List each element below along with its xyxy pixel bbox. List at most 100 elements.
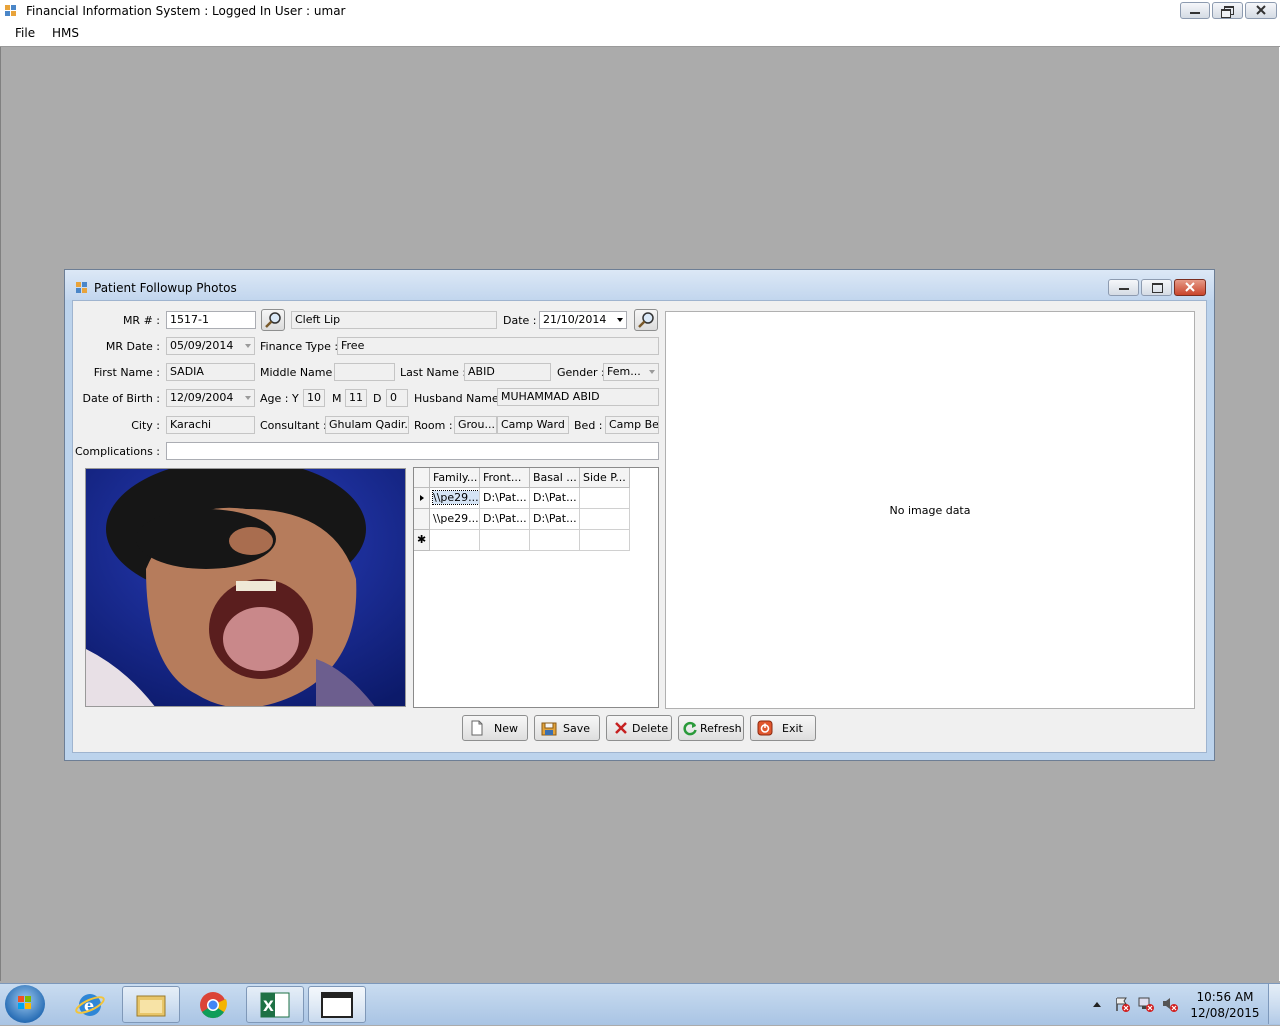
first-name-field: SADIA [166,363,255,381]
menu-bar: File HMS [0,22,1280,47]
app-icon [5,5,17,17]
dialog-titlebar: Patient Followup Photos [65,270,1214,300]
age-days-field: 0 [386,389,408,407]
grid-new-cell[interactable] [580,530,630,551]
save-button[interactable]: Save [534,715,600,741]
grid-column-header[interactable]: Family... [430,468,480,488]
gender-value: Fem... [607,365,641,378]
grid-cell[interactable]: D:\Pat... [480,488,530,509]
delete-button[interactable]: Delete [606,715,672,741]
date-search-button[interactable] [634,309,658,331]
network-icon[interactable] [1138,996,1154,1012]
gender-label: Gender : [557,366,605,379]
grid-new-cell[interactable] [430,530,480,551]
taskbar-internet-explorer[interactable]: e [60,986,118,1023]
no-image-text: No image data [889,504,971,517]
save-button-label: Save [563,722,591,735]
excel-icon: X [260,992,290,1018]
grid-cell[interactable] [580,488,630,509]
taskbar-explorer[interactable] [122,986,180,1023]
age-days-label: D [373,392,382,405]
middle-name-field [334,363,395,381]
dialog-close-button[interactable] [1174,279,1206,296]
grid-corner [414,468,430,488]
taskbar-excel[interactable]: X [246,986,304,1023]
photos-grid[interactable]: Family... Front... Basal ... Side P... \… [413,467,659,708]
clock-time[interactable]: 10:56 AM [1190,990,1260,1004]
svg-text:X: X [263,999,274,1015]
show-desktop-button[interactable] [1268,984,1280,1024]
grid-cell[interactable]: D:\Pat... [530,488,580,509]
husband-name-label: Husband Name : [414,392,506,405]
finance-type-label: Finance Type : [260,340,339,353]
grid-row-header[interactable] [414,509,430,530]
grid-cell[interactable]: \\pe29... [430,509,480,530]
consultant-field: Ghulam Qadir... [325,416,409,434]
bed-label: Bed : [574,419,603,432]
close-button[interactable] [1245,2,1277,19]
age-months-field: 11 [345,389,367,407]
save-icon [541,722,557,736]
grid-cell[interactable]: \\pe29... [430,488,480,509]
mr-no-input[interactable]: 1517-1 [166,311,256,329]
chevron-down-icon [245,396,251,400]
show-hidden-icons-icon[interactable] [1092,1000,1102,1008]
age-months-label: M [332,392,342,405]
diagnosis-field: Cleft Lip [291,311,497,329]
action-center-icon[interactable] [1114,996,1130,1012]
mr-search-button[interactable] [261,309,285,331]
mr-date-value: 05/09/2014 [170,339,234,352]
delete-icon [615,722,627,734]
refresh-button[interactable]: Refresh [678,715,744,741]
grid-column-header[interactable]: Basal ... [530,468,580,488]
complications-label: Complications : [74,445,160,458]
chevron-down-icon [245,344,251,348]
taskbar-active-app[interactable] [308,986,366,1023]
age-label: Age : [260,392,289,405]
date-picker[interactable]: 21/10/2014 [539,311,627,329]
room-field: Camp Ward [497,416,569,434]
restore-button[interactable] [1212,2,1243,19]
delete-button-label: Delete [632,722,669,735]
taskbar-chrome[interactable] [184,986,242,1023]
mr-no-label: MR # : [122,314,160,327]
grid-column-header[interactable]: Side P... [580,468,630,488]
clock-date[interactable]: 12/08/2015 [1190,1006,1260,1020]
chevron-down-icon [649,370,655,374]
minimize-button[interactable] [1180,2,1210,19]
internet-explorer-icon: e [75,994,105,1016]
menu-file[interactable]: File [15,26,35,40]
refresh-button-label: Refresh [700,722,742,735]
city-field: Karachi [166,416,255,434]
room-type-field: Grou... [454,416,497,434]
dialog-minimize-button[interactable] [1108,279,1139,296]
grid-row-header[interactable] [414,488,430,509]
chrome-icon [200,992,227,1019]
grid-new-row-header[interactable]: ✱ [414,530,430,551]
grid-cell[interactable] [580,509,630,530]
dialog-app-icon [76,282,88,294]
exit-button[interactable]: Exit [750,715,816,741]
windows-logo-icon [18,996,31,1009]
date-label: Date : [503,314,537,327]
dialog-maximize-button[interactable] [1141,279,1172,296]
grid-cell[interactable]: D:\Pat... [480,509,530,530]
new-button[interactable]: New [462,715,528,741]
search-icon [638,312,654,328]
exit-button-label: Exit [782,722,803,735]
row-pointer-icon [420,495,424,501]
mr-date-picker: 05/09/2014 [166,337,255,355]
search-icon [265,312,281,328]
close-icon [1256,5,1266,15]
menu-hms[interactable]: HMS [52,26,79,40]
grid-column-header[interactable]: Front... [480,468,530,488]
last-name-field: ABID [464,363,551,381]
grid-new-cell[interactable] [530,530,580,551]
complications-input[interactable] [166,442,659,460]
close-icon [1185,282,1195,292]
volume-icon[interactable] [1162,996,1178,1012]
grid-new-cell[interactable] [480,530,530,551]
new-document-icon [471,720,483,736]
start-button[interactable] [5,985,45,1023]
grid-cell[interactable]: D:\Pat... [530,509,580,530]
